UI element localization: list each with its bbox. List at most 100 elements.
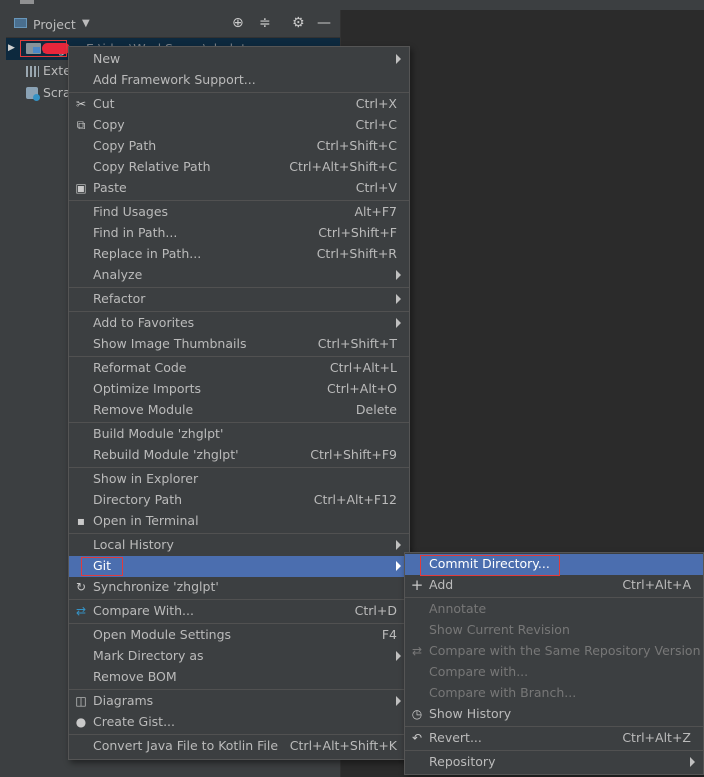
menu-item-open-in-terminal[interactable]: ▪ Open in Terminal <box>69 511 409 532</box>
menu-item-analyze[interactable]: Analyze <box>69 265 409 286</box>
menu-item-label: Compare with... <box>429 664 529 679</box>
menu-item-commit-directory[interactable]: Commit Directory... <box>405 554 703 576</box>
menu-item-label: Create Gist... <box>93 714 176 729</box>
menu-separator <box>69 467 409 468</box>
scissors-icon: ✂ <box>75 97 87 111</box>
menu-item-revert[interactable]: ↶ Revert... Ctrl+Alt+Z <box>405 728 703 749</box>
menu-item-shortcut: Ctrl+Alt+Z <box>622 730 691 745</box>
menu-item-shortcut: Ctrl+Alt+F12 <box>313 492 397 507</box>
menu-item-find-in-path[interactable]: Find in Path... Ctrl+Shift+F <box>69 223 409 244</box>
submenu-arrow-icon <box>396 54 401 64</box>
menu-item-optimize-imports[interactable]: Optimize Imports Ctrl+Alt+O <box>69 379 409 400</box>
menu-item-git[interactable]: Git <box>69 556 409 577</box>
menu-item-label: Refactor <box>93 291 146 306</box>
menu-item-label: Find Usages <box>93 204 169 219</box>
menu-item-rebuild-module[interactable]: Rebuild Module 'zhglpt' Ctrl+Shift+F9 <box>69 445 409 466</box>
scratches-icon <box>26 87 40 101</box>
library-icon <box>26 66 39 77</box>
menu-item-annotate[interactable]: Annotate <box>405 599 703 620</box>
title-fragment <box>20 0 34 4</box>
menu-item-label: Add to Favorites <box>93 315 195 330</box>
menu-item-mark-directory-as[interactable]: Mark Directory as <box>69 646 409 667</box>
menu-item-label: Analyze <box>93 267 143 282</box>
menu-item-add-to-favorites[interactable]: Add to Favorites <box>69 313 409 334</box>
plus-icon: + <box>410 576 424 594</box>
menu-item-label: Show Image Thumbnails <box>93 336 247 351</box>
submenu-arrow-icon <box>396 540 401 550</box>
menu-item-diagrams[interactable]: ◫ Diagrams <box>69 691 409 712</box>
menu-item-build-module[interactable]: Build Module 'zhglpt' <box>69 424 409 445</box>
menu-item-cut[interactable]: ✂ Cut Ctrl+X <box>69 94 409 115</box>
menu-item-shortcut: Ctrl+Shift+F <box>318 225 397 240</box>
menu-item-label: Annotate <box>429 601 487 616</box>
chevron-down-icon[interactable]: ▼ <box>82 18 90 29</box>
menu-item-copy-relative-path[interactable]: Copy Relative Path Ctrl+Alt+Shift+C <box>69 157 409 178</box>
menu-item-directory-path[interactable]: Directory Path Ctrl+Alt+F12 <box>69 490 409 511</box>
menu-item-copy-path[interactable]: Copy Path Ctrl+Shift+C <box>69 136 409 157</box>
menu-item-label: Replace in Path... <box>93 246 202 261</box>
menu-item-reformat-code[interactable]: Reformat Code Ctrl+Alt+L <box>69 358 409 379</box>
menu-item-label: Synchronize 'zhglpt' <box>93 579 219 594</box>
project-view-icon <box>14 18 27 28</box>
menu-item-synchronize[interactable]: ↻ Synchronize 'zhglpt' <box>69 577 409 598</box>
menu-item-local-history[interactable]: Local History <box>69 535 409 556</box>
menu-item-label: Compare With... <box>93 603 194 618</box>
menu-separator <box>69 533 409 534</box>
menu-item-show-in-explorer[interactable]: Show in Explorer <box>69 469 409 490</box>
menu-item-remove-bom[interactable]: Remove BOM <box>69 667 409 688</box>
menu-item-shortcut: Ctrl+Shift+C <box>316 138 397 153</box>
menu-item-label: Remove BOM <box>93 669 177 684</box>
terminal-icon: ▪ <box>76 514 86 528</box>
annotation-box <box>20 40 67 57</box>
menu-item-shortcut: F4 <box>381 627 397 642</box>
refresh-icon: ↻ <box>75 580 87 594</box>
menu-item-replace-in-path[interactable]: Replace in Path... Ctrl+Shift+R <box>69 244 409 265</box>
menu-item-show-current-revision[interactable]: Show Current Revision <box>405 620 703 641</box>
menu-item-label: Local History <box>93 537 174 552</box>
menu-item-label: Open in Terminal <box>93 513 199 528</box>
minimize-icon[interactable]: — <box>317 15 331 31</box>
menu-item-shortcut: Ctrl+Shift+T <box>317 336 397 351</box>
menu-item-repository[interactable]: Repository <box>405 752 703 773</box>
menu-item-convert-to-kotlin[interactable]: Convert Java File to Kotlin File Ctrl+Alt… <box>69 736 409 757</box>
crosshair-icon[interactable]: ⊕ <box>232 15 244 31</box>
gear-icon[interactable]: ⚙ <box>292 15 305 31</box>
github-icon: ● <box>75 715 87 729</box>
menu-separator <box>69 422 409 423</box>
menu-item-refactor[interactable]: Refactor <box>69 289 409 310</box>
menu-item-show-image-thumbnails[interactable]: Show Image Thumbnails Ctrl+Shift+T <box>69 334 409 355</box>
menu-item-paste[interactable]: ▣ Paste Ctrl+V <box>69 178 409 199</box>
annotation-box <box>420 555 560 576</box>
menu-item-add-framework-support[interactable]: Add Framework Support... <box>69 70 409 91</box>
copy-icon: ⧉ <box>76 118 86 132</box>
menu-item-compare-same-repository[interactable]: ⇄ Compare with the Same Repository Versio… <box>405 641 703 662</box>
menu-item-label: Remove Module <box>93 402 194 417</box>
compare-icon: ⇄ <box>411 644 423 658</box>
submenu-arrow-icon <box>396 696 401 706</box>
menu-item-add[interactable]: + Add Ctrl+Alt+A <box>405 575 703 596</box>
menu-item-label: Revert... <box>429 730 482 745</box>
collapse-all-icon[interactable]: ≑ <box>259 15 271 31</box>
clipboard-icon: ▣ <box>75 181 87 195</box>
menu-item-find-usages[interactable]: Find Usages Alt+F7 <box>69 202 409 223</box>
menu-item-label: Cut <box>93 96 115 111</box>
menu-item-open-module-settings[interactable]: Open Module Settings F4 <box>69 625 409 646</box>
tree-item-label: Scra <box>43 85 71 100</box>
menu-item-create-gist[interactable]: ● Create Gist... <box>69 712 409 733</box>
menu-separator <box>69 599 409 600</box>
menu-item-label: Copy <box>93 117 125 132</box>
menu-item-shortcut: Delete <box>355 402 397 417</box>
menu-item-compare-with-branch[interactable]: Compare with Branch... <box>405 683 703 704</box>
submenu-arrow-icon <box>396 294 401 304</box>
menu-separator <box>69 623 409 624</box>
menu-item-label: Copy Relative Path <box>93 159 211 174</box>
menu-item-new[interactable]: New <box>69 49 409 70</box>
menu-item-compare-with[interactable]: ⇄ Compare With... Ctrl+D <box>69 601 409 622</box>
clock-icon: ◷ <box>411 707 423 721</box>
menu-item-remove-module[interactable]: Remove Module Delete <box>69 400 409 421</box>
menu-item-copy[interactable]: ⧉ Copy Ctrl+C <box>69 115 409 136</box>
expand-arrow-icon[interactable]: ▶ <box>8 43 15 53</box>
menu-item-compare-with[interactable]: Compare with... <box>405 662 703 683</box>
menu-item-show-history[interactable]: ◷ Show History <box>405 704 703 725</box>
project-view-title[interactable]: Project <box>33 17 76 32</box>
